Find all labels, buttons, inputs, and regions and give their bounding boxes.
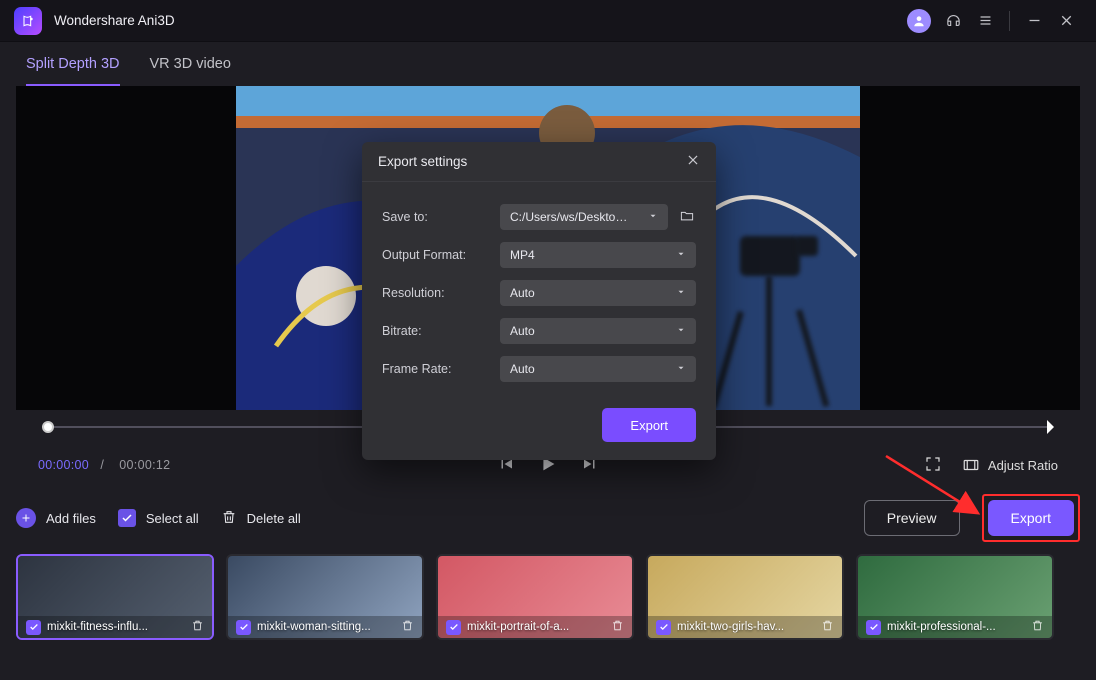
delete-all-label: Delete all bbox=[247, 511, 301, 526]
chevron-down-icon bbox=[676, 324, 686, 338]
clip-checkbox[interactable] bbox=[446, 620, 461, 635]
account-button[interactable] bbox=[907, 9, 931, 33]
bitrate-select[interactable]: Auto bbox=[500, 318, 696, 344]
add-files-label: Add files bbox=[46, 511, 96, 526]
hamburger-icon bbox=[977, 12, 994, 29]
adjust-ratio-label: Adjust Ratio bbox=[988, 458, 1058, 473]
aspect-ratio-icon bbox=[962, 456, 980, 474]
add-files-button[interactable]: Add files bbox=[16, 508, 96, 528]
export-settings-dialog: Export settings Save to: C:/Users/ws/Des… bbox=[362, 142, 716, 460]
frame-rate-select[interactable]: Auto bbox=[500, 356, 696, 382]
clip-thumbnail[interactable]: mixkit-two-girls-hav... bbox=[646, 554, 844, 640]
clip-checkbox[interactable] bbox=[236, 620, 251, 635]
file-action-bar: Add files Select all Delete all Preview … bbox=[16, 494, 1080, 542]
minimize-icon bbox=[1026, 12, 1043, 29]
resolution-select[interactable]: Auto bbox=[500, 280, 696, 306]
select-all-label: Select all bbox=[146, 511, 199, 526]
bitrate-value: Auto bbox=[510, 324, 535, 338]
current-time: 00:00:00 bbox=[38, 458, 89, 472]
adjust-ratio-button[interactable]: Adjust Ratio bbox=[962, 456, 1058, 474]
folder-icon bbox=[678, 208, 696, 223]
menu-button[interactable] bbox=[969, 5, 1001, 37]
titlebar-divider bbox=[1009, 11, 1010, 31]
clip-thumbnail[interactable]: mixkit-portrait-of-a... bbox=[436, 554, 634, 640]
resolution-label: Resolution: bbox=[382, 286, 486, 300]
chevron-down-icon bbox=[676, 248, 686, 262]
clip-delete-button[interactable] bbox=[401, 619, 414, 635]
timeline-playhead[interactable] bbox=[42, 421, 54, 433]
clip-delete-button[interactable] bbox=[821, 619, 834, 635]
user-icon bbox=[912, 14, 926, 28]
clip-footer: mixkit-woman-sitting... bbox=[228, 616, 422, 638]
chevron-down-icon bbox=[676, 362, 686, 376]
tab-vr-3d-video[interactable]: VR 3D video bbox=[150, 42, 231, 86]
export-button-highlight: Export bbox=[982, 494, 1080, 542]
clip-footer: mixkit-portrait-of-a... bbox=[438, 616, 632, 638]
chevron-down-icon bbox=[676, 286, 686, 300]
clip-checkbox[interactable] bbox=[656, 620, 671, 635]
timeline-end-marker[interactable] bbox=[1047, 420, 1054, 434]
frame-rate-label: Frame Rate: bbox=[382, 362, 486, 376]
delete-all-button[interactable]: Delete all bbox=[221, 509, 301, 528]
select-all-button[interactable]: Select all bbox=[118, 509, 199, 527]
frame-rate-value: Auto bbox=[510, 362, 535, 376]
duration: 00:00:12 bbox=[119, 458, 170, 472]
clip-filename: mixkit-portrait-of-a... bbox=[467, 621, 605, 633]
clip-delete-button[interactable] bbox=[1031, 619, 1044, 635]
clip-footer: mixkit-fitness-influ... bbox=[18, 616, 212, 638]
clip-delete-button[interactable] bbox=[191, 619, 204, 635]
preview-button[interactable]: Preview bbox=[864, 500, 960, 536]
clip-filename: mixkit-woman-sitting... bbox=[257, 621, 395, 633]
output-format-value: MP4 bbox=[510, 248, 535, 262]
chevron-down-icon bbox=[648, 210, 658, 224]
dialog-close-button[interactable] bbox=[686, 153, 700, 170]
app-logo bbox=[14, 7, 42, 35]
time-display: 00:00:00 / 00:00:12 bbox=[38, 458, 170, 472]
save-to-label: Save to: bbox=[382, 210, 486, 224]
clip-filename: mixkit-two-girls-hav... bbox=[677, 621, 815, 633]
clip-delete-button[interactable] bbox=[611, 619, 624, 635]
close-icon bbox=[686, 153, 700, 167]
bitrate-label: Bitrate: bbox=[382, 324, 486, 338]
save-to-select[interactable]: C:/Users/ws/Desktop/Ani3D bbox=[500, 204, 668, 230]
clip-filename: mixkit-professional-... bbox=[887, 621, 1025, 633]
clip-filename: mixkit-fitness-influ... bbox=[47, 621, 185, 633]
clip-thumbnail[interactable]: mixkit-woman-sitting... bbox=[226, 554, 424, 640]
output-format-label: Output Format: bbox=[382, 248, 486, 262]
window-minimize-button[interactable] bbox=[1018, 5, 1050, 37]
output-format-select[interactable]: MP4 bbox=[500, 242, 696, 268]
clip-thumbnail[interactable]: mixkit-fitness-influ... bbox=[16, 554, 214, 640]
clip-thumbnail[interactable]: mixkit-professional-... bbox=[856, 554, 1054, 640]
fullscreen-button[interactable] bbox=[924, 455, 942, 476]
resolution-value: Auto bbox=[510, 286, 535, 300]
fullscreen-icon bbox=[924, 455, 942, 473]
clip-checkbox[interactable] bbox=[26, 620, 41, 635]
tab-split-depth-3d[interactable]: Split Depth 3D bbox=[26, 42, 120, 86]
titlebar: Wondershare Ani3D bbox=[0, 0, 1096, 42]
clip-strip: mixkit-fitness-influ... mixkit-woman-sitt… bbox=[0, 554, 1096, 640]
dialog-export-button[interactable]: Export bbox=[602, 408, 696, 442]
save-to-value: C:/Users/ws/Desktop/Ani3D bbox=[510, 210, 634, 224]
clip-checkbox[interactable] bbox=[866, 620, 881, 635]
mode-tabs: Split Depth 3D VR 3D video bbox=[0, 42, 1096, 86]
headset-button[interactable] bbox=[937, 5, 969, 37]
headset-icon bbox=[945, 12, 962, 29]
app-title: Wondershare Ani3D bbox=[54, 13, 175, 28]
trash-icon bbox=[221, 509, 237, 528]
browse-folder-button[interactable] bbox=[678, 208, 696, 226]
clip-footer: mixkit-two-girls-hav... bbox=[648, 616, 842, 638]
close-icon bbox=[1058, 12, 1075, 29]
dialog-title: Export settings bbox=[378, 154, 467, 169]
export-button[interactable]: Export bbox=[988, 500, 1074, 536]
window-close-button[interactable] bbox=[1050, 5, 1082, 37]
clip-footer: mixkit-professional-... bbox=[858, 616, 1052, 638]
time-separator: / bbox=[100, 458, 104, 472]
check-icon bbox=[118, 509, 136, 527]
plus-icon bbox=[16, 508, 36, 528]
